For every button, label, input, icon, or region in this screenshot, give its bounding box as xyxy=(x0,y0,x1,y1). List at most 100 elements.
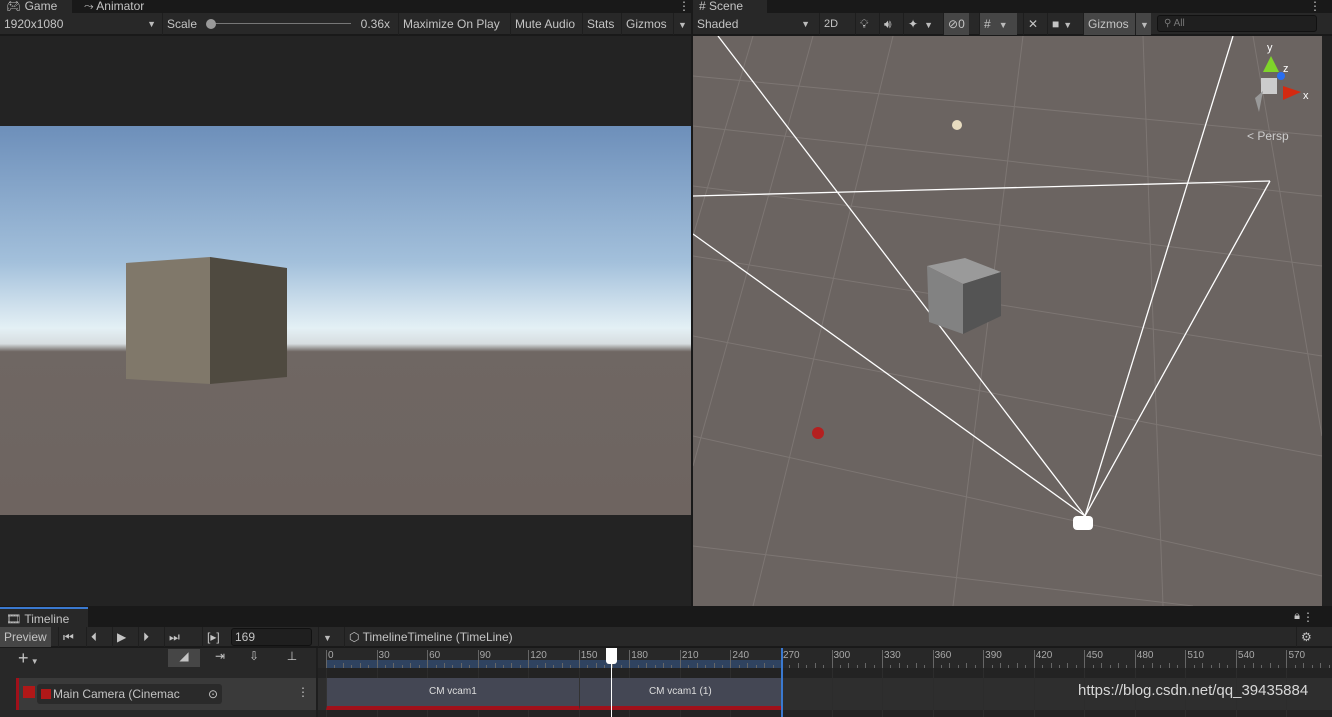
play-range-icon[interactable]: [▸] xyxy=(202,627,224,647)
camera-dropdown[interactable]: ■ ▼ xyxy=(1047,13,1076,35)
ruler-minor-tick xyxy=(1050,663,1052,668)
tab-scene[interactable]: # Scene xyxy=(693,0,767,13)
frame-input[interactable]: 169 xyxy=(231,628,312,646)
mute-audio-button[interactable]: Mute Audio xyxy=(510,13,579,35)
end-marker[interactable] xyxy=(780,648,783,717)
timeline-tab-bar: 🎞︎ Timeline 🔒︎ ⋮ xyxy=(0,607,1332,627)
playhead[interactable] xyxy=(605,648,617,717)
resolution-dropdown[interactable]: 1920x1080 ▼ xyxy=(0,13,161,35)
go-to-end-icon[interactable]: ⏭ xyxy=(164,627,184,647)
stats-button[interactable]: Stats xyxy=(582,13,618,35)
ripple-icon[interactable]: ⇥ xyxy=(208,649,232,663)
lighting-toggle-icon[interactable]: 💡︎ xyxy=(855,13,872,35)
pin-icon[interactable]: ⊥ xyxy=(284,649,300,663)
next-frame-icon[interactable]: ⏵ xyxy=(138,627,153,647)
go-to-start-icon[interactable]: ⏮ xyxy=(58,627,78,647)
ruler-minor-tick xyxy=(1219,663,1221,668)
tab-game[interactable]: 🎮︎ Game xyxy=(0,0,72,13)
insert-icon[interactable]: ⇩ xyxy=(242,649,266,663)
ruler-minor-tick xyxy=(1269,663,1271,668)
timeline-clips-area[interactable]: 0 30 60 90 120 150 180 210 240 270 300 330 360 390 420… xyxy=(318,648,1332,717)
track-binding-field[interactable]: Main Camera (Cinemac ⊙ xyxy=(37,684,222,704)
grid-toggle[interactable]: # ▼ xyxy=(979,13,1017,35)
grid-line xyxy=(932,668,934,717)
slider-track xyxy=(211,23,351,24)
scene-view[interactable]: y z x < Persp xyxy=(693,36,1322,606)
timeline-clip[interactable]: CM vcam1 (1) xyxy=(578,678,781,710)
maximize-on-play-button[interactable]: Maximize On Play xyxy=(398,13,504,35)
chevron-down-icon: ▼ xyxy=(924,20,933,30)
effects-icon[interactable]: ✦ ▼ xyxy=(903,13,937,35)
track-menu-icon[interactable]: ⋮ xyxy=(297,685,309,699)
scene-gizmos-dropdown[interactable]: ▼ xyxy=(1135,13,1151,35)
game-render xyxy=(0,126,691,515)
scale-slider[interactable]: Scale 0.36x xyxy=(162,13,398,35)
ruler-label: 420 xyxy=(1035,650,1053,661)
shading-dropdown[interactable]: Shaded ▼ xyxy=(693,13,815,35)
track-main-camera[interactable]: Main Camera (Cinemac ⊙ ⋮ xyxy=(16,678,316,710)
ruler-minor-tick xyxy=(637,665,639,668)
scene-scrollbar[interactable] xyxy=(1322,36,1332,606)
scene-search-input[interactable]: ⚲ All xyxy=(1157,15,1317,32)
gizmos-button[interactable]: Gizmos xyxy=(621,13,673,35)
film-icon: 🎞︎ xyxy=(6,612,22,626)
settings-gear-icon[interactable]: ⚙ xyxy=(1296,627,1316,647)
grid-line xyxy=(1033,668,1035,717)
timeline-menu-icon[interactable]: ⋮ xyxy=(1302,610,1314,624)
ruler-minor-tick xyxy=(570,665,572,668)
2d-toggle[interactable]: 2D xyxy=(819,13,842,35)
scene-gizmos-button[interactable]: Gizmos xyxy=(1083,13,1135,35)
audio-toggle-icon[interactable]: 🔊︎ xyxy=(879,13,896,35)
playhead-handle[interactable] xyxy=(605,648,617,664)
ruler-minor-tick xyxy=(873,665,875,668)
tab-animator[interactable]: ⤳ Animator xyxy=(78,0,150,13)
grid-line xyxy=(882,668,884,717)
projection-label[interactable]: < Persp xyxy=(1247,129,1289,143)
ruler-minor-tick xyxy=(545,663,547,668)
ruler-minor-tick xyxy=(823,665,825,668)
ruler-minor-tick xyxy=(772,665,774,668)
ruler-label: 120 xyxy=(530,650,547,661)
svg-text:y: y xyxy=(1267,42,1273,54)
timeline-selector-dropdown[interactable]: ▼ xyxy=(318,627,336,647)
ruler-minor-tick xyxy=(486,665,488,668)
object-picker-icon[interactable]: ⊙ xyxy=(208,684,218,704)
ruler-major-tick xyxy=(1286,650,1288,668)
scene-menu-icon[interactable]: ⋮ xyxy=(1303,0,1327,13)
orientation-gizmo[interactable]: y z x xyxy=(1255,42,1309,112)
play-icon[interactable]: ▶ xyxy=(112,627,130,647)
previous-frame-icon[interactable]: ⏴ xyxy=(86,627,101,647)
slider-handle[interactable] xyxy=(206,19,216,29)
timeline-asset-breadcrumb[interactable]: ⬡ TimelineTimeline (TimeLine) xyxy=(344,627,527,647)
svg-text:z: z xyxy=(1283,63,1289,75)
game-view[interactable] xyxy=(0,36,691,606)
ruler-minor-tick xyxy=(1261,665,1263,668)
ruler-minor-tick xyxy=(797,663,799,668)
preview-button[interactable]: Preview xyxy=(0,627,51,647)
add-track-button[interactable]: + ▼ xyxy=(18,648,39,672)
lock-icon[interactable]: 🔒︎ xyxy=(1294,610,1300,623)
snap-icon[interactable]: ◢ xyxy=(168,649,200,667)
chevron-down-icon: ▼ xyxy=(678,20,687,30)
ruler-label: 300 xyxy=(833,650,851,661)
ruler-minor-tick xyxy=(384,665,386,668)
ruler-minor-tick xyxy=(511,663,513,668)
hidden-objects-toggle[interactable]: ⊘0 xyxy=(943,13,969,35)
ruler-minor-tick xyxy=(359,663,361,668)
main-camera-icon xyxy=(1073,516,1093,530)
ruler-minor-tick xyxy=(789,665,791,668)
ruler-minor-tick xyxy=(469,665,471,668)
tab-timeline[interactable]: 🎞︎ Timeline xyxy=(0,607,88,627)
gizmos-dropdown[interactable]: ▼ xyxy=(673,13,691,35)
ruler-minor-tick xyxy=(966,663,968,668)
timeline-clip[interactable]: CM vcam1 xyxy=(326,678,579,710)
camera-gizmo-icon xyxy=(812,427,824,439)
ruler-minor-tick xyxy=(1202,663,1204,668)
ruler-label: 30 xyxy=(378,650,390,661)
ruler-minor-tick xyxy=(1176,665,1178,668)
svg-text:x: x xyxy=(1303,90,1309,102)
cube-front-face xyxy=(126,257,210,384)
time-ruler[interactable]: 0 30 60 90 120 150 180 210 240 270 300 330 360 390 420… xyxy=(318,648,1332,668)
ruler-minor-tick xyxy=(713,663,715,668)
tools-icon[interactable]: ✕ xyxy=(1023,13,1042,35)
